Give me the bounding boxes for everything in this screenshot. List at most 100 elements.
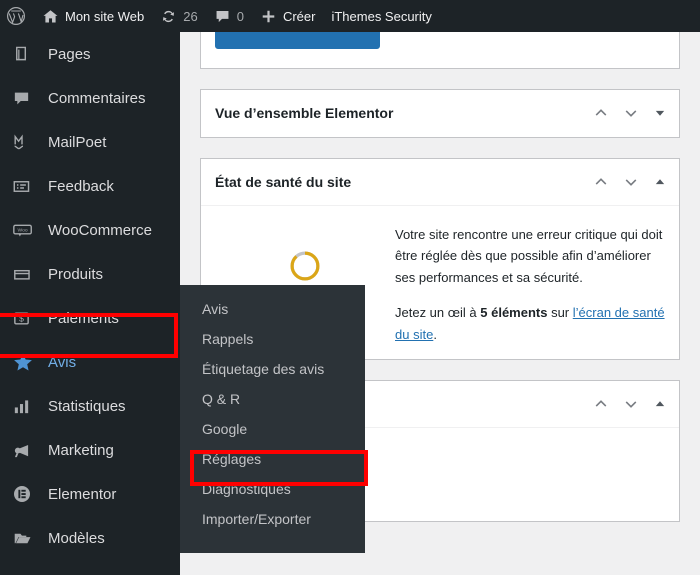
submenu-item-label: Rappels [202, 331, 254, 347]
submenu-item-etiquetage-des-avis[interactable]: Étiquetage des avis [180, 354, 365, 384]
page-title: Vue d’ensemble Elementor [215, 105, 394, 121]
admin-bar-comments-count: 0 [236, 8, 244, 24]
toggle-panel-icon[interactable] [653, 397, 667, 411]
comment-icon [12, 87, 40, 109]
sidebar-item-statistiques[interactable]: Statistiques [0, 384, 180, 428]
panel-controls [593, 174, 667, 190]
sidebar-item-commentaires[interactable]: Commentaires [0, 76, 180, 120]
sidebar-item-apparence[interactable]: Apparence [0, 560, 180, 575]
brush-icon [12, 571, 40, 575]
site-health-text: Votre site rencontre une erreur critique… [395, 220, 665, 345]
admin-bar-updates-count: 26 [183, 8, 198, 24]
admin-bar-ithemes-security[interactable]: iThemes Security [323, 0, 439, 32]
sidebar-item-label: Statistiques [48, 397, 126, 415]
sidebar-item-produits[interactable]: Produits [0, 252, 180, 296]
sidebar-item-feedback[interactable]: Feedback [0, 164, 180, 208]
chart-icon [12, 395, 40, 417]
panel-elementor-overview: Vue d’ensemble Elementor [200, 89, 680, 138]
submenu-item-q-and-r[interactable]: Q & R [180, 384, 365, 414]
folder-icon [12, 527, 40, 549]
admin-bar-ithemes-security-label: iThemes Security [331, 8, 432, 24]
site-health-message: Votre site rencontre une erreur critique… [395, 227, 663, 285]
submenu-item-diagnostiques[interactable]: Diagnostiques [180, 474, 365, 504]
submenu-item-importer-exporter[interactable]: Importer/Exporter [180, 504, 365, 534]
submenu-item-label: Avis [202, 301, 229, 317]
panel-controls [593, 105, 667, 121]
items-suffix: . [433, 326, 437, 342]
submenu-item-label: Diagnostiques [202, 481, 291, 497]
sidebar-item-marketing[interactable]: Marketing [0, 428, 180, 472]
admin-sidebar-menu: Pages Commentaires MailPoet Feedback Woo… [0, 32, 180, 575]
submenu-item-label: Importer/Exporter [202, 511, 311, 527]
admin-bar-new-content-label: Créer [282, 8, 316, 24]
feedback-icon [12, 175, 40, 197]
svg-text:Woo: Woo [18, 227, 28, 233]
screen: Mon site Web 26 0 Créer iThemes Security… [0, 0, 700, 575]
sidebar-item-label: WooCommerce [48, 221, 152, 239]
admin-bar-comments[interactable]: 0 [206, 0, 252, 32]
toggle-panel-icon[interactable] [653, 175, 667, 189]
panel-elementor-overview-header: Vue d’ensemble Elementor [201, 90, 679, 137]
submenu-item-label: Google [202, 421, 248, 437]
panel-site-health-header: État de santé du site [201, 159, 679, 206]
sidebar-item-label: Commentaires [48, 89, 146, 107]
star-icon [12, 351, 40, 373]
sidebar-item-label: Produits [48, 265, 104, 283]
move-down-icon[interactable] [623, 174, 639, 190]
admin-bar-site-name-label: Mon site Web [65, 8, 145, 24]
admin-bar-site-name[interactable]: Mon site Web [34, 0, 152, 32]
plus-icon [260, 8, 277, 25]
home-icon [42, 8, 59, 25]
move-down-icon[interactable] [623, 396, 639, 412]
panel-controls [593, 396, 667, 412]
toggle-panel-icon[interactable] [653, 106, 667, 120]
gauge-donut-icon [290, 251, 320, 281]
move-up-icon[interactable] [593, 174, 609, 190]
payments-icon: $ [12, 307, 40, 329]
submenu-item-label: Q & R [202, 391, 241, 407]
move-down-icon[interactable] [623, 105, 639, 121]
move-up-icon[interactable] [593, 396, 609, 412]
sidebar-item-modeles[interactable]: Modèles [0, 516, 180, 560]
sidebar-item-pages[interactable]: Pages [0, 32, 180, 76]
submenu-item-avis[interactable]: Avis [180, 294, 365, 324]
sidebar-item-label: Elementor [48, 485, 117, 503]
wordpress-icon [6, 6, 26, 26]
sidebar-item-label: MailPoet [48, 133, 107, 151]
site-health-items-line: Jetez un œil à 5 éléments sur l’écran de… [395, 302, 665, 345]
sidebar-item-mailpoet[interactable]: MailPoet [0, 120, 180, 164]
admin-bar-new-content[interactable]: Créer [252, 0, 324, 32]
admin-bar-updates[interactable]: 26 [152, 0, 205, 32]
submenu-item-google[interactable]: Google [180, 414, 365, 444]
mailpoet-icon [12, 131, 40, 153]
admin-bar-wordpress-logo[interactable] [0, 0, 34, 32]
submenu-item-label: Étiquetage des avis [202, 361, 325, 377]
submenu-item-rappels[interactable]: Rappels [180, 324, 365, 354]
submenu-item-label: Réglages [202, 451, 262, 467]
sidebar-item-label: Marketing [48, 441, 114, 459]
submenu-avis: Avis Rappels Étiquetage des avis Q & R G… [180, 285, 365, 553]
sidebar-item-label: Feedback [48, 177, 114, 195]
sidebar-item-label: Pages [48, 45, 91, 63]
pages-icon [12, 43, 40, 65]
sidebar-item-label: Modèles [48, 529, 105, 547]
panel-site-health-title: État de santé du site [215, 174, 352, 190]
sidebar-item-avis[interactable]: Avis [0, 340, 180, 384]
move-up-icon[interactable] [593, 105, 609, 121]
submenu-item-reglages[interactable]: Réglages [180, 444, 365, 474]
sidebar-item-label: Avis [48, 353, 77, 371]
admin-bar: Mon site Web 26 0 Créer iThemes Security [0, 0, 700, 32]
items-count: 5 éléments [480, 305, 548, 321]
comment-icon [214, 8, 231, 25]
sidebar-item-paiements[interactable]: $ Paiements [0, 296, 180, 340]
site-health-gauge [215, 220, 395, 282]
sidebar-item-elementor[interactable]: Elementor [0, 472, 180, 516]
woocommerce-icon: Woo [12, 219, 40, 241]
updates-icon [160, 8, 177, 25]
items-prefix: Jetez un œil à [395, 305, 481, 321]
svg-text:$: $ [19, 313, 24, 323]
sidebar-item-woocommerce[interactable]: Woo WooCommerce [0, 208, 180, 252]
sidebar-item-label: Paiements [48, 309, 119, 327]
items-middle: sur [547, 305, 573, 321]
elementor-icon [12, 483, 40, 505]
